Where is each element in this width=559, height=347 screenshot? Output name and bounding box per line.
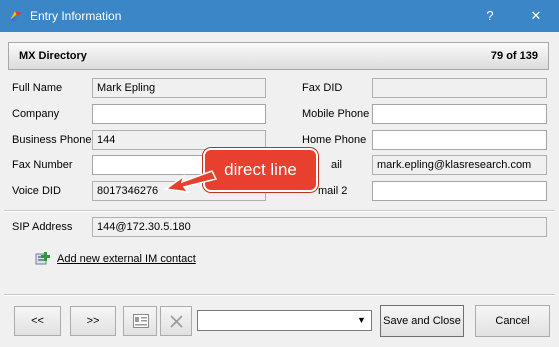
company-label: Company (12, 108, 60, 120)
email-label: ail (331, 159, 343, 171)
voice-did-label: Voice DID (12, 185, 61, 197)
mobile-phone-field[interactable] (372, 104, 547, 124)
business-phone-field[interactable]: 144 (92, 130, 266, 150)
previous-button[interactable]: << (14, 306, 61, 336)
window-title: Entry Information (30, 9, 122, 23)
add-im-contact-link[interactable]: Add new external IM contact (57, 253, 196, 265)
delete-x-icon (170, 315, 183, 328)
directory-name: MX Directory (19, 50, 87, 62)
fax-did-label: Fax DID (302, 82, 343, 94)
delete-button[interactable] (160, 306, 192, 336)
full-name-label: Full Name (12, 82, 63, 94)
directory-header: MX Directory 79 of 139 (8, 42, 549, 70)
business-phone-label: Business Phone (12, 134, 92, 146)
home-phone-label: Home Phone (302, 134, 367, 146)
sip-address-field[interactable]: 144@172.30.5.180 (92, 217, 547, 237)
add-contact-icon[interactable] (35, 251, 51, 267)
callout-arrow-icon (164, 170, 218, 193)
help-button[interactable]: ? (467, 0, 513, 32)
action-dropdown[interactable]: ▼ (197, 310, 372, 331)
email-field[interactable]: mark.epling@klasresearch.com (372, 155, 547, 175)
sip-address-label: SIP Address (12, 221, 73, 233)
divider (4, 210, 555, 212)
vcard-icon (133, 314, 149, 328)
fax-number-label: Fax Number (12, 159, 73, 171)
home-phone-field[interactable] (372, 130, 547, 150)
close-button[interactable]: ✕ (513, 0, 559, 32)
footer-divider (4, 294, 555, 296)
company-field[interactable] (92, 104, 266, 124)
next-button[interactable]: >> (70, 306, 116, 336)
chevron-down-icon[interactable]: ▼ (354, 313, 369, 328)
full-name-field[interactable]: Mark Epling (92, 78, 266, 98)
save-and-close-button[interactable]: Save and Close (380, 305, 464, 337)
fax-did-field[interactable] (372, 78, 547, 98)
record-counter: 79 of 139 (490, 50, 538, 62)
email-2-field[interactable] (372, 181, 547, 201)
mobile-phone-label: Mobile Phone (302, 108, 370, 120)
title-bar[interactable]: Entry Information ? ✕ (0, 0, 559, 32)
app-icon (10, 11, 22, 22)
email-2-label: mail 2 (318, 185, 348, 197)
cancel-button[interactable]: Cancel (475, 305, 550, 337)
vcard-button[interactable] (123, 306, 157, 336)
